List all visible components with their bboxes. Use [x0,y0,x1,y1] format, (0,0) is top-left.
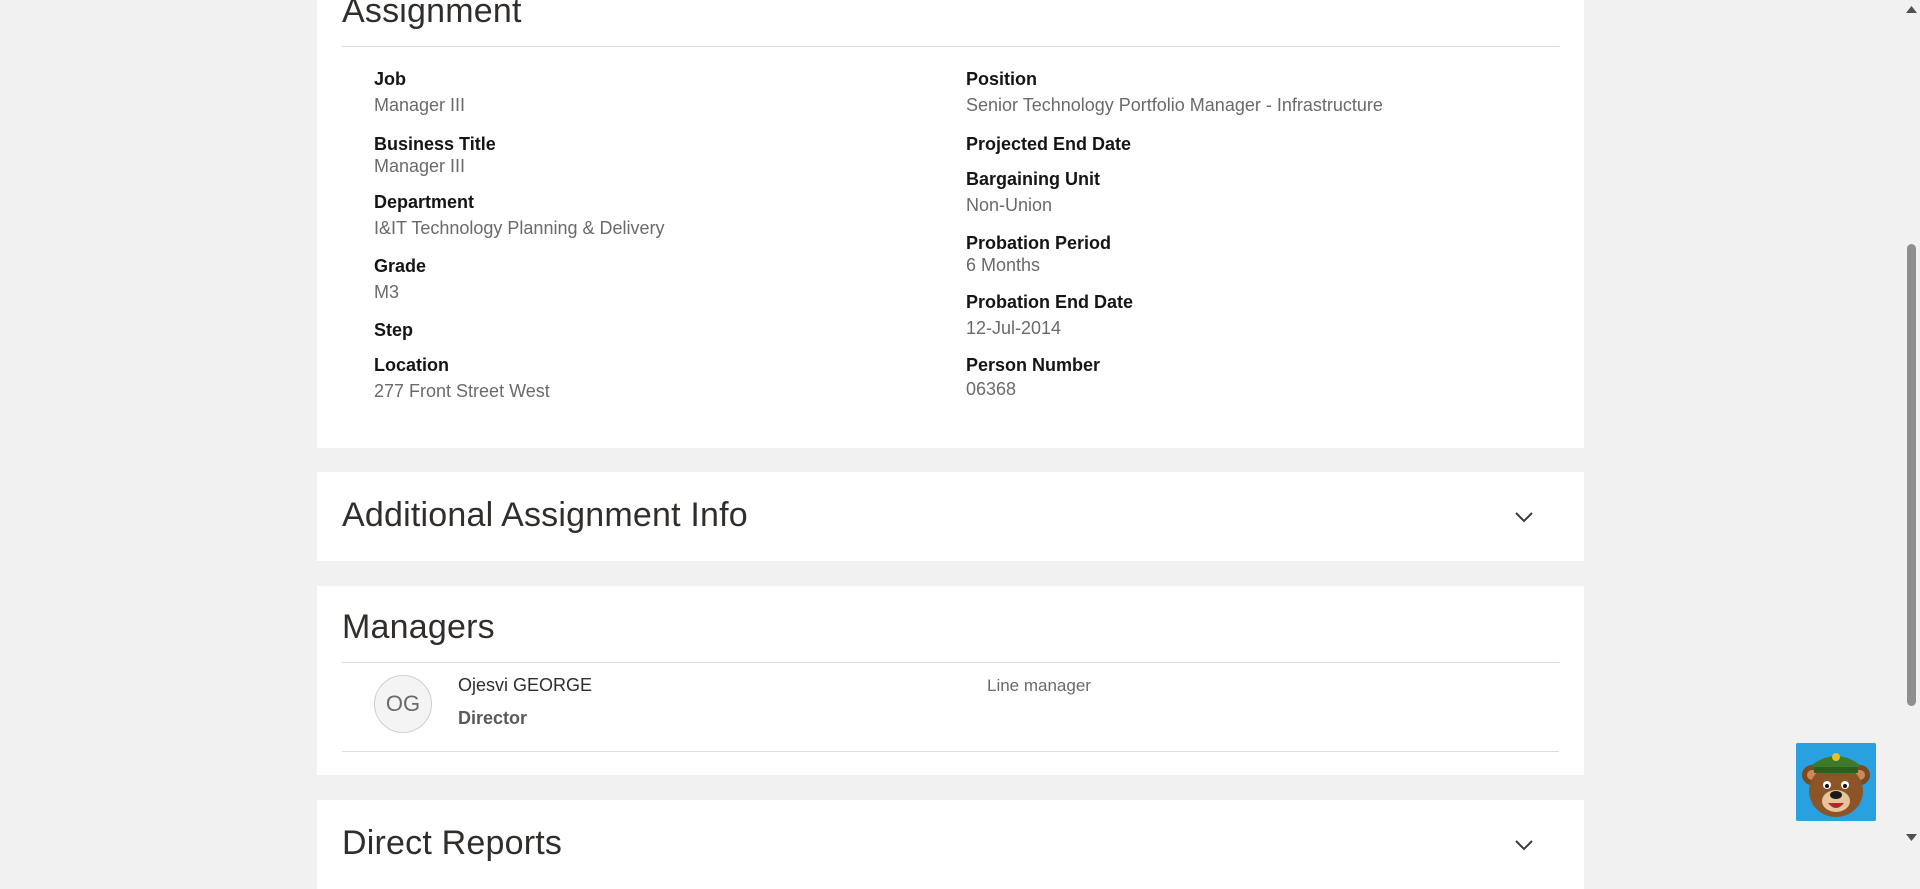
field-value: 06368 [966,379,1017,399]
managers-panel: Managers OG Ojesvi GEORGE Director Line … [317,586,1584,775]
field-value: 277 Front Street West [374,381,550,401]
manager-relationship: Line manager [987,676,1091,695]
avatar: OG [374,675,432,733]
additional-assignment-info-title[interactable]: Additional Assignment Info [342,496,748,535]
field-label: Bargaining Unit [966,169,1100,189]
field-label: Job [374,69,407,89]
field-value: Senior Technology Portfolio Manager - In… [966,95,1383,115]
field-department: Department I&IT Technology Planning & De… [374,191,665,239]
manager-row[interactable]: OG Ojesvi GEORGE Director Line manager [342,663,1559,750]
field-label: Business Title [374,134,496,154]
chevron-down-icon[interactable] [1512,505,1536,529]
bear-mascot-icon[interactable] [1796,743,1876,821]
field-value: Non-Union [966,195,1053,215]
manager-name[interactable]: Ojesvi GEORGE [458,675,592,696]
field-value: Manager III [374,95,466,115]
field-label: Person Number [966,355,1101,375]
field-value: 6 Months [966,255,1041,275]
field-probation-period: Probation Period 6 Months [966,232,1111,276]
field-probation-end-date: Probation End Date 12-Jul-2014 [966,291,1133,339]
assignment-title: Assignment [342,0,522,30]
scrollbar-thumb[interactable] [1907,244,1916,706]
field-value: Manager III [374,156,466,176]
assignment-panel: Assignment Job Manager III Business Titl… [317,0,1584,448]
chevron-down-icon[interactable] [1512,833,1536,857]
field-label: Projected End Date [966,134,1132,154]
managers-title: Managers [342,608,495,646]
field-label: Department [374,192,475,212]
direct-reports-title[interactable]: Direct Reports [342,824,562,863]
field-label: Probation End Date [966,292,1134,312]
field-label: Location [374,355,449,375]
field-grade: Grade M3 [374,255,426,303]
divider [342,46,1559,47]
field-label: Step [374,320,414,340]
field-label: Position [966,69,1037,89]
direct-reports-panel[interactable]: Direct Reports [317,800,1584,889]
field-step: Step [374,319,413,341]
field-value: M3 [374,282,400,302]
additional-assignment-info-panel[interactable]: Additional Assignment Info [317,472,1584,561]
avatar-initials: OG [385,691,421,716]
field-location: Location 277 Front Street West [374,354,550,402]
field-bargaining-unit: Bargaining Unit Non-Union [966,168,1100,216]
scroll-up-icon[interactable] [1905,4,1918,16]
scroll-down-icon[interactable] [1905,831,1918,843]
field-projected-end-date: Projected End Date [966,133,1131,155]
field-business-title: Business Title Manager III [374,133,496,177]
field-label: Grade [374,256,427,276]
field-label: Probation Period [966,233,1112,253]
field-value: 12-Jul-2014 [966,318,1062,338]
manager-role: Director [458,708,528,728]
divider [342,751,1559,752]
field-job: Job Manager III [374,68,465,116]
field-value: I&IT Technology Planning & Delivery [374,218,665,238]
field-position: Position Senior Technology Portfolio Man… [966,68,1383,116]
field-person-number: Person Number 06368 [966,354,1100,400]
